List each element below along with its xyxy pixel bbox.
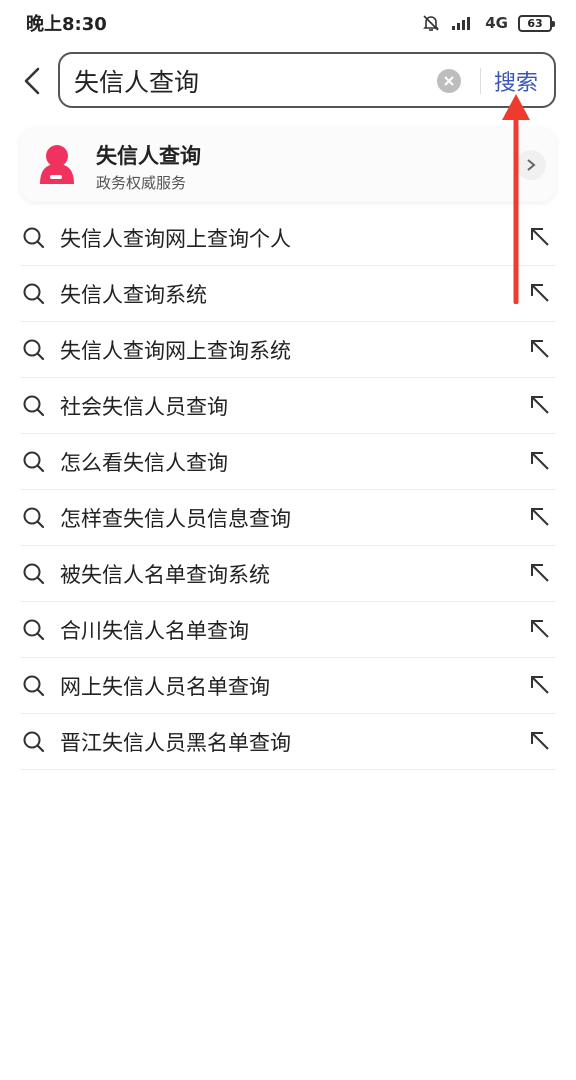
suggestion-text: 怎样查失信人员信息查询 <box>60 507 291 531</box>
clear-icon <box>444 76 454 86</box>
suggestion-text: 晋江失信人员黑名单查询 <box>60 731 291 755</box>
status-time: 晚上8:30 <box>26 14 107 35</box>
person-logo-icon <box>40 145 74 184</box>
search-icon <box>23 507 45 529</box>
suggestion-text: 合川失信人名单查询 <box>60 619 249 643</box>
list-item[interactable]: 社会失信人员查询 <box>20 378 556 434</box>
list-item[interactable]: 失信人查询网上查询个人 <box>20 210 556 266</box>
back-icon <box>24 67 40 95</box>
suggestion-text: 网上失信人员名单查询 <box>60 675 270 699</box>
suggestion-text: 失信人查询系统 <box>60 283 207 307</box>
network-type: 4G <box>485 14 508 32</box>
search-icon <box>23 563 45 585</box>
fill-query-icon[interactable] <box>528 729 552 753</box>
mute-bell-icon <box>423 15 440 31</box>
list-item[interactable]: 网上失信人员名单查询 <box>20 658 556 714</box>
search-icon <box>23 339 45 361</box>
list-item[interactable]: 失信人查询系统 <box>20 266 556 322</box>
suggestion-text: 失信人查询网上查询系统 <box>60 339 291 363</box>
list-item[interactable]: 怎样查失信人员信息查询 <box>20 490 556 546</box>
search-icon <box>23 395 45 417</box>
status-icons: 4G 63 <box>421 13 555 33</box>
suggestion-list: 失信人查询网上查询个人 失信人查询系统 失信人查询网上查询系统 社会失信人员查询… <box>20 210 556 770</box>
search-divider <box>480 68 481 94</box>
suggestion-text: 被失信人名单查询系统 <box>60 563 270 587</box>
list-item[interactable]: 合川失信人名单查询 <box>20 602 556 658</box>
service-card[interactable]: 失信人查询 政务权威服务 <box>20 128 556 202</box>
fill-query-icon[interactable] <box>528 505 552 529</box>
fill-query-icon[interactable] <box>528 617 552 641</box>
search-input[interactable] <box>74 62 424 100</box>
search-bar: 搜索 <box>0 52 576 110</box>
status-bar: 晚上8:30 4G 63 <box>0 0 576 46</box>
search-icon <box>23 731 45 753</box>
search-box: 搜索 <box>58 52 556 108</box>
search-icon <box>23 283 45 305</box>
fill-query-icon[interactable] <box>528 393 552 417</box>
fill-query-icon[interactable] <box>528 561 552 585</box>
battery-icon: 63 <box>518 14 555 32</box>
signal-icon <box>452 17 471 30</box>
fill-query-icon[interactable] <box>528 673 552 697</box>
service-subtitle: 政务权威服务 <box>96 174 187 192</box>
annotation-arrow-icon <box>502 94 530 304</box>
fill-query-icon[interactable] <box>528 449 552 473</box>
suggestion-text: 怎么看失信人查询 <box>60 451 228 475</box>
clear-button[interactable] <box>437 69 461 93</box>
suggestion-text: 失信人查询网上查询个人 <box>60 227 291 251</box>
service-title: 失信人查询 <box>96 144 201 168</box>
fill-query-icon[interactable] <box>528 337 552 361</box>
search-icon <box>23 451 45 473</box>
search-icon <box>23 619 45 641</box>
list-item[interactable]: 晋江失信人员黑名单查询 <box>20 714 556 770</box>
list-item[interactable]: 怎么看失信人查询 <box>20 434 556 490</box>
suggestion-text: 社会失信人员查询 <box>60 395 228 419</box>
search-icon <box>23 675 45 697</box>
search-icon <box>23 227 45 249</box>
back-button[interactable] <box>14 62 50 100</box>
list-item[interactable]: 被失信人名单查询系统 <box>20 546 556 602</box>
list-item[interactable]: 失信人查询网上查询系统 <box>20 322 556 378</box>
